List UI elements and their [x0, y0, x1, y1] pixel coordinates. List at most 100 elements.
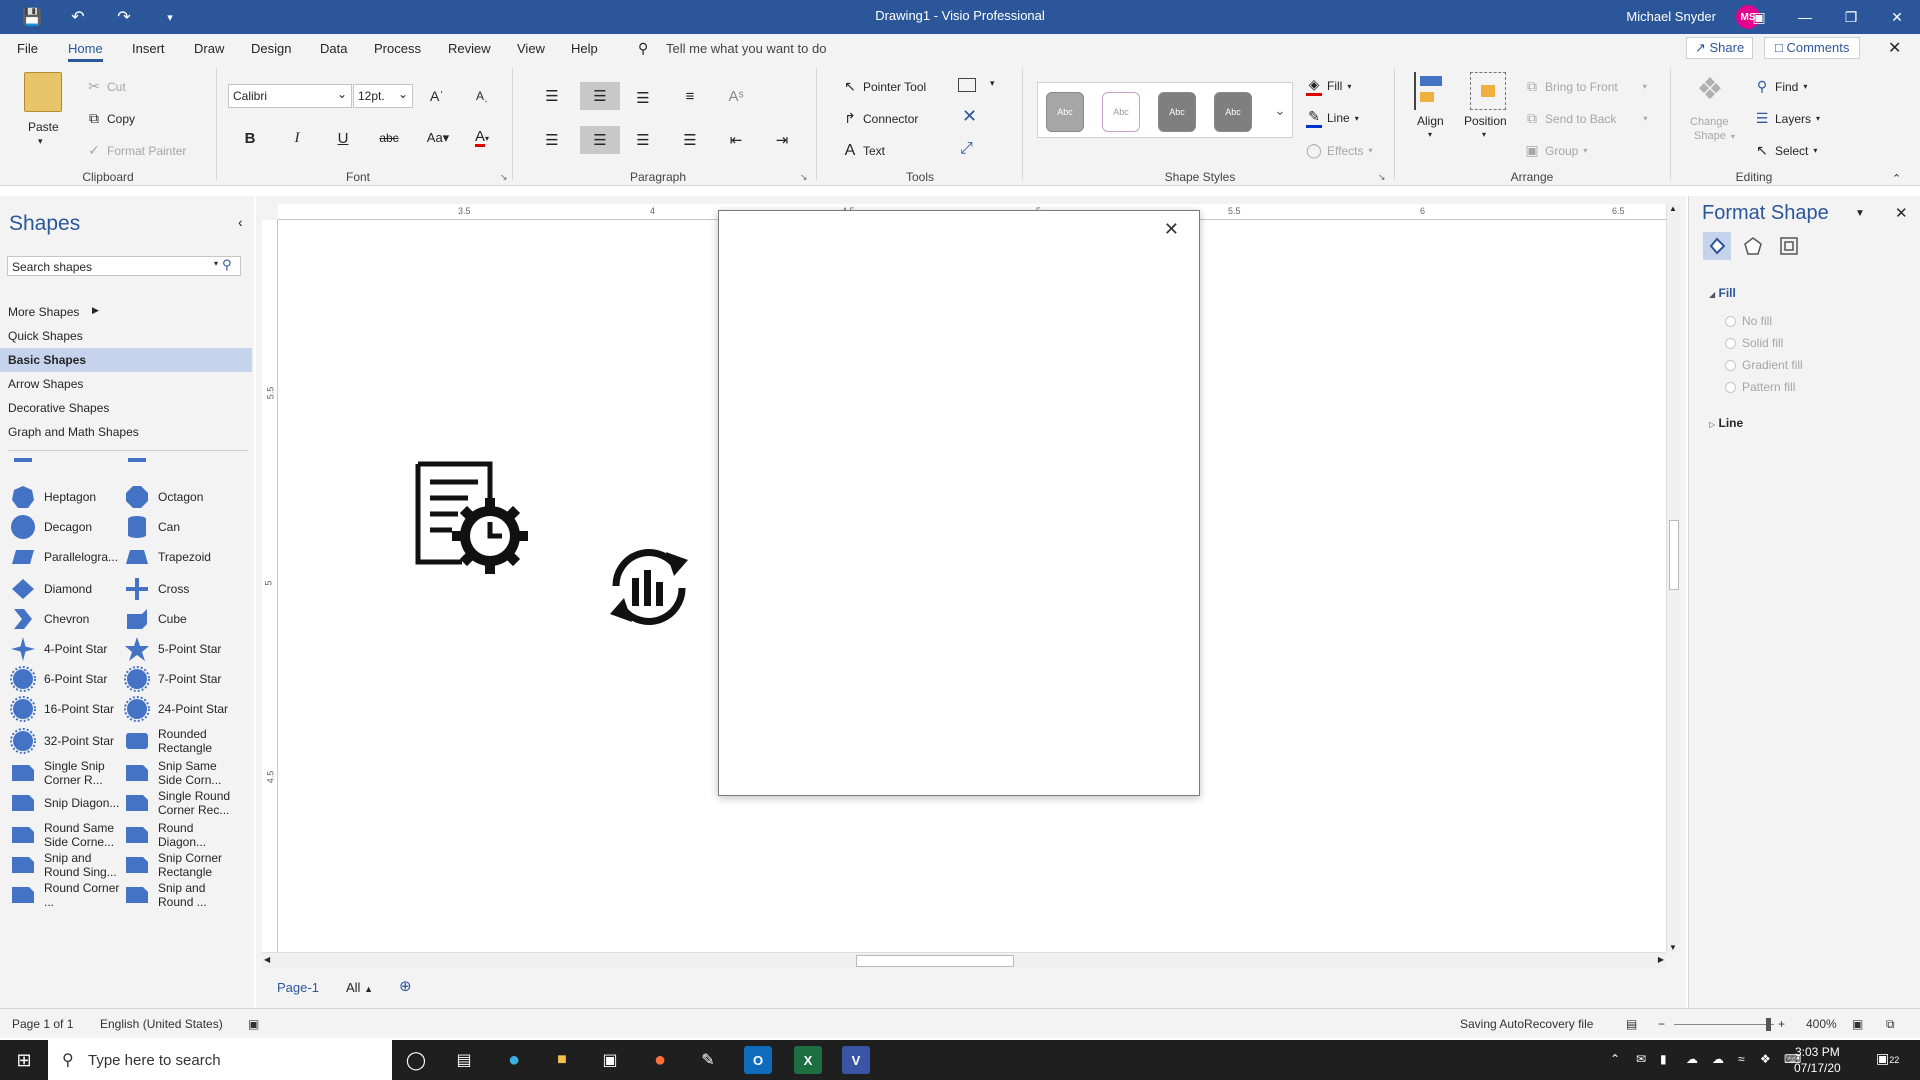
macro-record-icon[interactable]: ▣	[248, 1017, 259, 1031]
user-name[interactable]: Michael Snyder	[1626, 9, 1716, 24]
copy-button[interactable]: ⧉ Copy	[86, 110, 135, 127]
shape-item-snip-corner-rectangle[interactable]: Snip Corner Rectangle	[124, 850, 236, 880]
save-icon[interactable]: 💾	[12, 0, 52, 34]
close-icon[interactable]: ✕	[1895, 204, 1908, 222]
increase-indent-icon[interactable]: ⇥	[766, 126, 798, 154]
vertical-scroll-thumb[interactable]	[1669, 520, 1679, 590]
font-size-select[interactable]: 12pt. ⌄	[353, 84, 413, 108]
chevron-down-icon[interactable]: ▾	[214, 259, 218, 268]
justify-icon[interactable]: ☰	[674, 126, 706, 154]
stencil-more-shapes[interactable]: More Shapes ▶	[0, 300, 252, 324]
tab-review[interactable]: Review	[448, 41, 491, 56]
shape-item-octagon[interactable]: Octagon	[124, 482, 236, 512]
rectangle-tool-icon[interactable]	[958, 78, 976, 92]
excel-icon[interactable]: X	[794, 1046, 822, 1074]
font-color-icon[interactable]: A ▾	[466, 124, 498, 152]
redo-icon[interactable]: ↷	[104, 0, 144, 34]
align-top-icon[interactable]: ☰	[536, 82, 568, 110]
edge-browser-icon[interactable]: ●	[500, 1046, 528, 1074]
align-right-icon[interactable]: ☰	[627, 126, 659, 154]
shape-item-single-round-corner-rec[interactable]: Single Round Corner Rec...	[124, 788, 236, 818]
shape-item-snip-same-side-corn[interactable]: Snip Same Side Corn...	[124, 758, 236, 788]
underline-icon[interactable]: U	[327, 124, 359, 152]
connector-button[interactable]: ↱ Connector	[842, 110, 918, 127]
scroll-right-icon[interactable]: ▶	[1658, 955, 1664, 964]
shape-item-parallelogra[interactable]: Parallelogra...	[10, 542, 122, 572]
gallery-more-icon[interactable]: ⌄	[1268, 84, 1292, 136]
show-hidden-icons-icon[interactable]: ⌃	[1610, 1052, 1620, 1066]
zoom-out-icon[interactable]: −	[1658, 1017, 1665, 1031]
position-button[interactable]: Position	[1464, 114, 1507, 128]
dialog-launcher-icon[interactable]: ↘	[1378, 172, 1386, 183]
zoom-slider[interactable]	[1674, 1024, 1774, 1025]
customize-quick-access-icon[interactable]: ▾	[150, 0, 190, 34]
shape-style-4[interactable]: Abc	[1214, 92, 1252, 132]
refresh-analytics-icon[interactable]	[604, 546, 694, 628]
onedrive-tray-icon[interactable]: ☁	[1686, 1052, 1698, 1066]
shrink-font-icon[interactable]: Aˌ	[466, 82, 498, 110]
tab-process[interactable]: Process	[374, 41, 421, 56]
collapse-pane-icon[interactable]: ‹	[238, 214, 243, 230]
tab-help[interactable]: Help	[571, 41, 598, 56]
layers-button[interactable]: ☰ Layers ▾	[1754, 110, 1820, 127]
task-view-icon[interactable]: ▤	[450, 1046, 478, 1074]
action-center-icon[interactable]: ▣22	[1876, 1050, 1899, 1067]
change-case-icon[interactable]: Aa▾	[422, 124, 454, 152]
paint-icon[interactable]: ✎	[694, 1046, 722, 1074]
file-explorer-icon[interactable]: ■	[548, 1046, 576, 1074]
store-icon[interactable]: ▣	[596, 1046, 624, 1074]
shape-item-7-point-star[interactable]: 7-Point Star	[124, 664, 236, 694]
outlook-icon[interactable]: O	[744, 1046, 772, 1074]
line-button[interactable]: ✎ Line ▾	[1306, 108, 1359, 128]
search-icon[interactable]: ⚲	[222, 257, 232, 273]
align-button[interactable]: Align	[1417, 114, 1444, 128]
fit-page-icon[interactable]: ▣	[1852, 1017, 1863, 1031]
chevron-down-icon[interactable]: ▾	[990, 78, 995, 89]
chevron-down-icon[interactable]: ▾	[1482, 130, 1486, 139]
language-status[interactable]: English (United States)	[100, 1017, 223, 1031]
shape-item-can[interactable]: Can	[124, 512, 236, 542]
battery-tray-icon[interactable]: ▮	[1660, 1052, 1667, 1066]
dialog-launcher-icon[interactable]: ↘	[500, 172, 508, 183]
shape-item-snip-diagon[interactable]: Snip Diagon...	[10, 788, 122, 818]
effects-tab-icon[interactable]	[1739, 232, 1767, 260]
shape-style-1[interactable]: Abc	[1046, 92, 1084, 132]
tab-insert[interactable]: Insert	[132, 41, 165, 56]
shape-item-cube[interactable]: Cube	[124, 604, 236, 634]
stencil-basic-shapes[interactable]: Basic Shapes	[0, 348, 252, 372]
text-tool-button[interactable]: A Text	[842, 142, 885, 160]
paste-button[interactable]: Paste	[28, 120, 59, 134]
connection-point-icon[interactable]: ⤢	[960, 140, 973, 158]
vertical-scrollbar[interactable]: ▲ ▼	[1666, 204, 1680, 952]
switch-windows-icon[interactable]: ⧉	[1886, 1017, 1895, 1032]
scroll-down-icon[interactable]: ▼	[1669, 943, 1677, 952]
shape-item-round-corner[interactable]: Round Corner ...	[10, 880, 122, 910]
shape-style-2[interactable]: Abc	[1102, 92, 1140, 132]
shape-item-5-point-star[interactable]: 5-Point Star	[124, 634, 236, 664]
chevron-down-icon[interactable]: ▼	[1855, 208, 1865, 219]
all-pages-button[interactable]: All ▲	[346, 980, 373, 995]
chevron-down-icon[interactable]: ▾	[1428, 130, 1432, 139]
cloud-tray-icon[interactable]: ☁	[1712, 1052, 1724, 1066]
align-bottom-icon[interactable]: ☰	[627, 84, 659, 112]
shape-item-cross[interactable]: Cross	[124, 574, 236, 604]
paste-dropdown-icon[interactable]: ▾	[38, 136, 43, 147]
shape-item-decagon[interactable]: Decagon	[10, 512, 122, 542]
align-center-icon[interactable]: ☰	[580, 126, 620, 154]
scroll-left-icon[interactable]: ◀	[264, 955, 270, 964]
dropbox-tray-icon[interactable]: ❖	[1760, 1052, 1771, 1066]
document-settings-clock-icon[interactable]	[412, 460, 530, 578]
grow-font-icon[interactable]: Aˈ	[421, 82, 453, 110]
tab-draw[interactable]: Draw	[194, 41, 224, 56]
tab-design[interactable]: Design	[251, 41, 291, 56]
shape-style-3[interactable]: Abc	[1158, 92, 1196, 132]
search-shapes-input[interactable]: Search shapes ▾	[7, 256, 241, 276]
zoom-in-icon[interactable]: +	[1778, 1017, 1785, 1031]
fill-line-tab-icon[interactable]	[1703, 232, 1731, 260]
tell-me-input[interactable]: Tell me what you want to do	[666, 41, 826, 56]
page-count[interactable]: Page 1 of 1	[12, 1017, 73, 1031]
font-name-select[interactable]: Calibri ⌄	[228, 84, 352, 108]
bullets-icon[interactable]: ≡	[674, 82, 706, 110]
shape-item-24-point-star[interactable]: 24-Point Star	[124, 694, 236, 724]
zoom-level[interactable]: 400%	[1806, 1017, 1837, 1031]
